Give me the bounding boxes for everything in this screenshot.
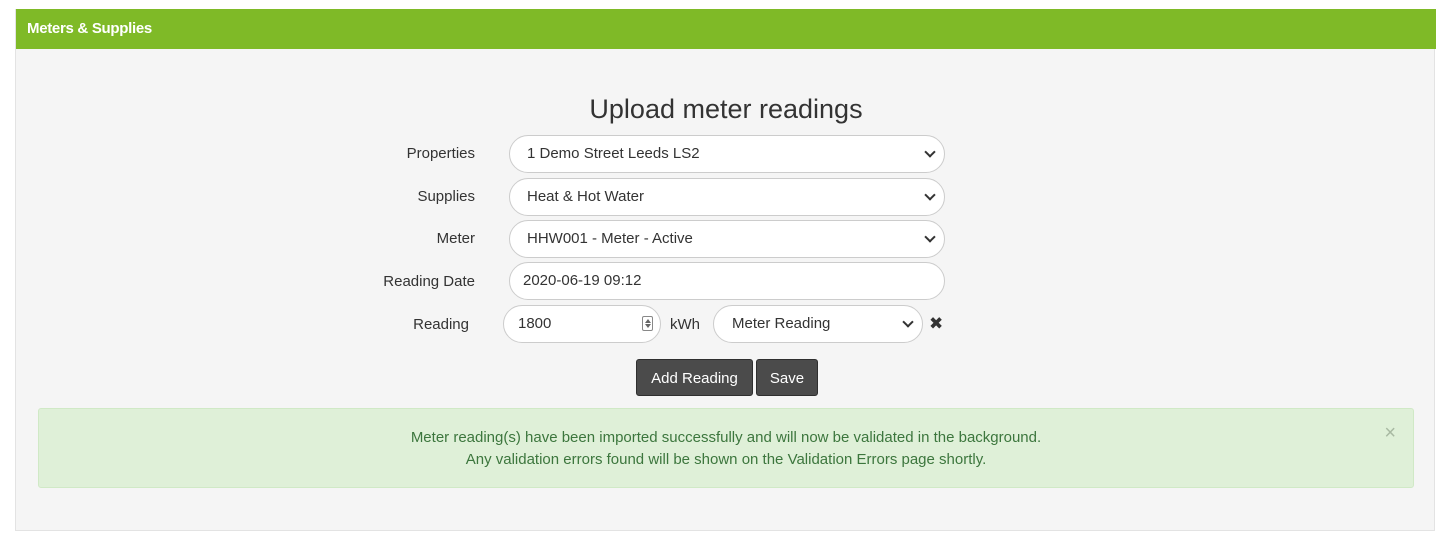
reading-value: 1800	[518, 315, 552, 332]
meter-label: Meter	[436, 230, 475, 247]
reading-type-value: Meter Reading	[732, 315, 831, 332]
meter-select[interactable]: HHW001 - Meter - Active	[509, 220, 945, 258]
supplies-select-value: Heat & Hot Water	[527, 188, 644, 205]
panel-title: Meters & Supplies	[27, 20, 152, 37]
save-button[interactable]: Save	[756, 359, 818, 396]
reading-unit: kWh	[670, 316, 700, 333]
properties-label: Properties	[406, 145, 475, 162]
reading-date-label: Reading Date	[383, 273, 475, 290]
reading-date-input[interactable]: 2020-06-19 09:12	[509, 262, 945, 300]
reading-type-select[interactable]: Meter Reading	[713, 305, 923, 343]
alert-message-line-1: Meter reading(s) have been imported succ…	[410, 429, 1042, 446]
spinner-icon[interactable]	[642, 316, 653, 331]
reading-date-value: 2020-06-19 09:12	[523, 272, 642, 289]
chevron-down-icon	[924, 231, 936, 243]
meter-select-value: HHW001 - Meter - Active	[527, 230, 693, 247]
alert-message-line-2: Any validation errors found will be show…	[465, 451, 987, 468]
chevron-down-icon	[924, 146, 936, 158]
properties-select[interactable]: 1 Demo Street Leeds LS2	[509, 135, 945, 173]
reading-value-input[interactable]: 1800	[503, 305, 661, 343]
close-icon[interactable]: ×	[1384, 423, 1396, 443]
chevron-down-icon	[924, 189, 936, 201]
chevron-down-icon	[902, 316, 914, 328]
form-title: Upload meter readings	[589, 94, 863, 124]
panel-header: Meters & Supplies	[16, 9, 1436, 49]
meters-supplies-panel: Meters & Supplies Upload meter readings …	[15, 9, 1436, 531]
success-alert: Meter reading(s) have been imported succ…	[38, 408, 1414, 488]
add-reading-button[interactable]: Add Reading	[636, 359, 753, 396]
supplies-label: Supplies	[417, 188, 475, 205]
reading-label: Reading	[413, 316, 469, 333]
remove-reading-icon[interactable]: ✖	[929, 314, 943, 334]
properties-select-value: 1 Demo Street Leeds LS2	[527, 145, 700, 162]
supplies-select[interactable]: Heat & Hot Water	[509, 178, 945, 216]
